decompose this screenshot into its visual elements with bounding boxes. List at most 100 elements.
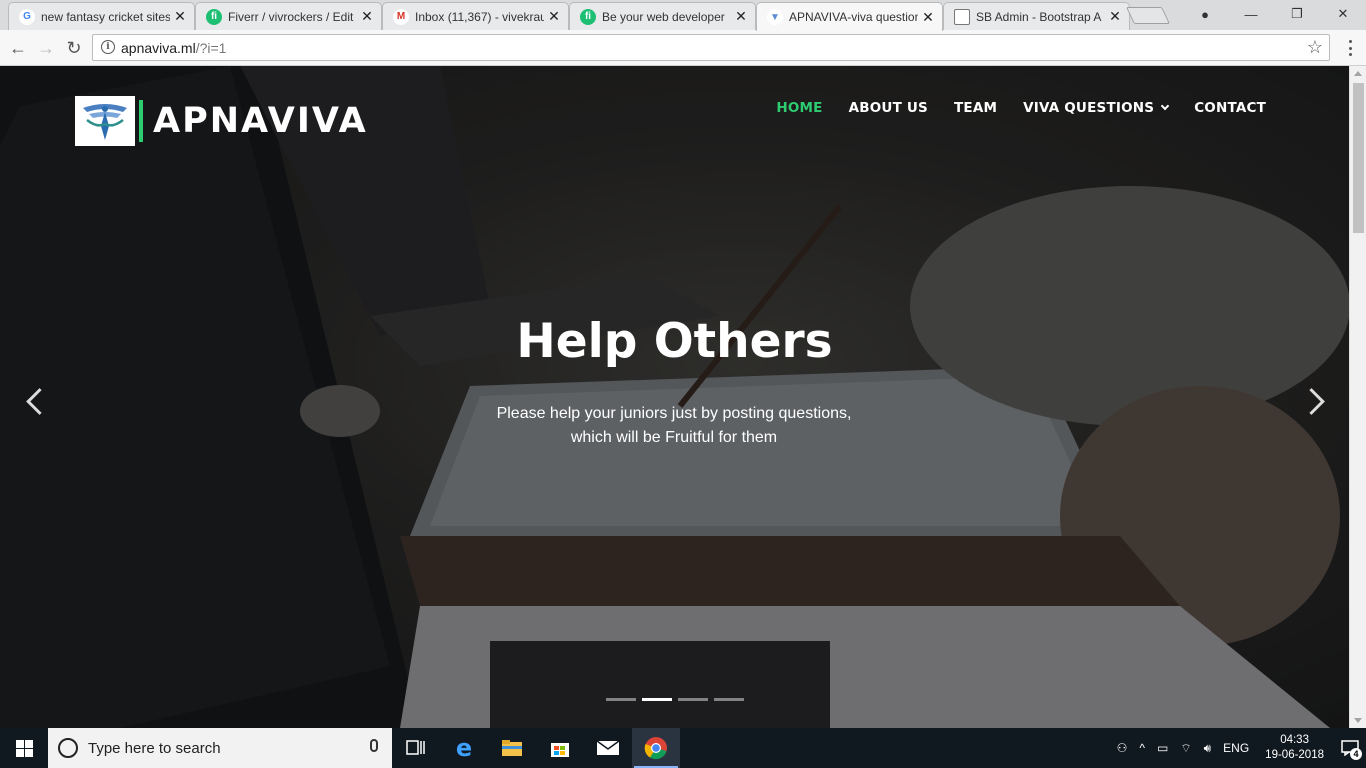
browser-toolbar: ← → ↻ i apnaviva.ml/?i=1 ☆ xyxy=(0,30,1366,66)
close-tab-icon[interactable]: ✕ xyxy=(922,9,934,26)
chrome-glyph xyxy=(644,737,667,760)
chevron-down-icon xyxy=(1160,101,1170,111)
file-explorer-icon[interactable] xyxy=(488,728,536,768)
carousel-prev-icon[interactable] xyxy=(24,386,44,416)
nav-viva-questions[interactable]: VIVA QUESTIONS xyxy=(1023,100,1170,116)
browser-tab-strip: G new fantasy cricket sites ✕ fi Fiverr … xyxy=(0,0,1366,31)
taskbar-search-box[interactable]: Type here to search xyxy=(48,728,392,768)
back-icon[interactable]: ← xyxy=(6,36,30,60)
scroll-up-icon[interactable] xyxy=(1354,71,1362,76)
cortana-icon xyxy=(58,738,78,758)
close-tab-icon[interactable]: ✕ xyxy=(361,8,373,25)
chrome-menu-icon[interactable] xyxy=(1340,38,1360,58)
battery-icon[interactable]: ▭ xyxy=(1151,741,1174,755)
close-tab-icon[interactable]: ✕ xyxy=(735,8,747,25)
address-bar[interactable]: i apnaviva.ml/?i=1 ☆ xyxy=(92,34,1330,61)
browser-tab-2[interactable]: M Inbox (11,367) - vivekrau ✕ xyxy=(382,2,569,30)
minimize-icon[interactable]: — xyxy=(1228,0,1274,28)
fiverr-icon: fi xyxy=(206,8,222,25)
carousel-indicators xyxy=(606,698,744,701)
close-window-icon[interactable]: ✕ xyxy=(1320,0,1366,28)
bookmark-star-icon[interactable]: ☆ xyxy=(1307,37,1323,58)
main-nav: HOME ABOUT US TEAM VIVA QUESTIONS CONTAC… xyxy=(776,100,1266,116)
scroll-down-icon[interactable] xyxy=(1354,718,1362,723)
nav-about-us[interactable]: ABOUT US xyxy=(849,100,928,116)
tab-title: Be your web developer xyxy=(602,9,725,24)
edge-glyph: e xyxy=(455,734,473,762)
slide-caption: Please help your juniors just by posting… xyxy=(496,405,852,446)
chevron-up-icon[interactable]: ^ xyxy=(1133,741,1151,755)
url-text[interactable]: apnaviva.ml/?i=1 xyxy=(121,40,226,56)
tab-title: Fiverr / vivrockers / Edit xyxy=(228,9,354,24)
close-tab-icon[interactable]: ✕ xyxy=(174,8,186,25)
microphone-icon[interactable] xyxy=(370,739,378,752)
language-indicator[interactable]: ENG xyxy=(1217,741,1255,755)
site-logo[interactable] xyxy=(75,96,135,146)
new-tab-button[interactable] xyxy=(1126,7,1170,24)
page-scrollbar[interactable] xyxy=(1349,66,1366,728)
apnaviva-logo-icon xyxy=(83,104,127,140)
carousel-indicator[interactable] xyxy=(678,698,708,701)
taskbar-clock[interactable]: 04:33 19-06-2018 xyxy=(1255,733,1334,763)
nav-team[interactable]: TEAM xyxy=(954,100,997,116)
browser-tab-3[interactable]: fi Be your web developer ✕ xyxy=(569,2,756,30)
hero-overlay xyxy=(0,66,1349,728)
edge-icon[interactable]: e xyxy=(440,728,488,768)
nav-viva-questions-label: VIVA QUESTIONS xyxy=(1023,100,1155,116)
close-tab-icon[interactable]: ✕ xyxy=(548,8,560,25)
site-brand[interactable]: APNAVIVA xyxy=(75,96,368,146)
people-icon[interactable]: ⚇ xyxy=(1111,741,1134,755)
url-host: apnaviva.ml xyxy=(121,40,196,56)
forward-icon[interactable]: → xyxy=(34,36,58,60)
tab-title: Inbox (11,367) - vivekrau xyxy=(415,9,544,24)
taskbar-search-placeholder: Type here to search xyxy=(88,739,221,757)
browser-tab-1[interactable]: fi Fiverr / vivrockers / Edit ✕ xyxy=(195,2,382,30)
google-icon: G xyxy=(19,8,35,25)
brand-divider xyxy=(139,100,143,142)
fiverr-icon: fi xyxy=(580,8,596,25)
task-view-glyph xyxy=(406,740,425,755)
nav-contact[interactable]: CONTACT xyxy=(1194,100,1266,116)
carousel-indicator[interactable] xyxy=(714,698,744,701)
carousel-indicator-active[interactable] xyxy=(642,698,672,701)
gmail-icon: M xyxy=(393,8,409,25)
start-button[interactable] xyxy=(0,728,48,768)
clock-time: 04:33 xyxy=(1280,734,1309,746)
carousel-indicator[interactable] xyxy=(606,698,636,701)
brand-name[interactable]: APNAVIVA xyxy=(153,101,368,141)
store-glyph xyxy=(551,743,569,757)
close-tab-icon[interactable]: ✕ xyxy=(1109,8,1121,25)
mail-icon[interactable] xyxy=(584,728,632,768)
task-view-icon[interactable] xyxy=(392,728,440,768)
volume-icon[interactable]: 🔊︎ xyxy=(1198,741,1218,756)
wifi-icon[interactable]: ⌔ xyxy=(1174,741,1197,756)
browser-tab-5[interactable]: SB Admin - Bootstrap A ✕ xyxy=(943,2,1130,30)
page-viewport: APNAVIVA HOME ABOUT US TEAM VIVA QUESTIO… xyxy=(0,66,1349,728)
site-info-icon[interactable]: i xyxy=(101,40,115,54)
maximize-icon[interactable]: ❐ xyxy=(1274,0,1320,28)
apnaviva-icon: ▼ xyxy=(767,9,783,25)
profile-icon[interactable]: ● xyxy=(1182,0,1228,28)
browser-tab-4[interactable]: ▼ APNAVIVA-viva question ✕ xyxy=(756,2,943,31)
tab-title: APNAVIVA-viva question xyxy=(789,10,918,24)
store-icon[interactable] xyxy=(536,728,584,768)
tab-title: new fantasy cricket sites xyxy=(41,9,170,24)
folder-glyph xyxy=(502,740,522,756)
action-center-icon[interactable]: 4 xyxy=(1334,728,1366,768)
scrollbar-thumb[interactable] xyxy=(1353,83,1364,233)
reload-icon[interactable]: ↻ xyxy=(62,36,86,60)
page-icon xyxy=(954,8,970,25)
windows-taskbar: Type here to search e ⚇ ^ ▭ ⌔ 🔊︎ ENG 04:… xyxy=(0,728,1366,768)
url-path: /?i=1 xyxy=(195,40,227,56)
nav-home[interactable]: HOME xyxy=(776,100,822,116)
mail-glyph xyxy=(596,740,620,755)
slide-title: Help Others xyxy=(516,314,833,369)
system-tray: ⚇ ^ ▭ ⌔ 🔊︎ ENG 04:33 19-06-2018 4 xyxy=(1111,728,1366,768)
browser-tab-0[interactable]: G new fantasy cricket sites ✕ xyxy=(8,2,195,30)
tab-title: SB Admin - Bootstrap A xyxy=(976,9,1102,24)
chrome-taskbar-icon[interactable] xyxy=(632,728,680,768)
windows-logo-icon xyxy=(15,739,33,757)
clock-date: 19-06-2018 xyxy=(1265,749,1324,761)
carousel-next-icon[interactable] xyxy=(1304,386,1324,416)
notification-count-badge: 4 xyxy=(1350,748,1362,760)
